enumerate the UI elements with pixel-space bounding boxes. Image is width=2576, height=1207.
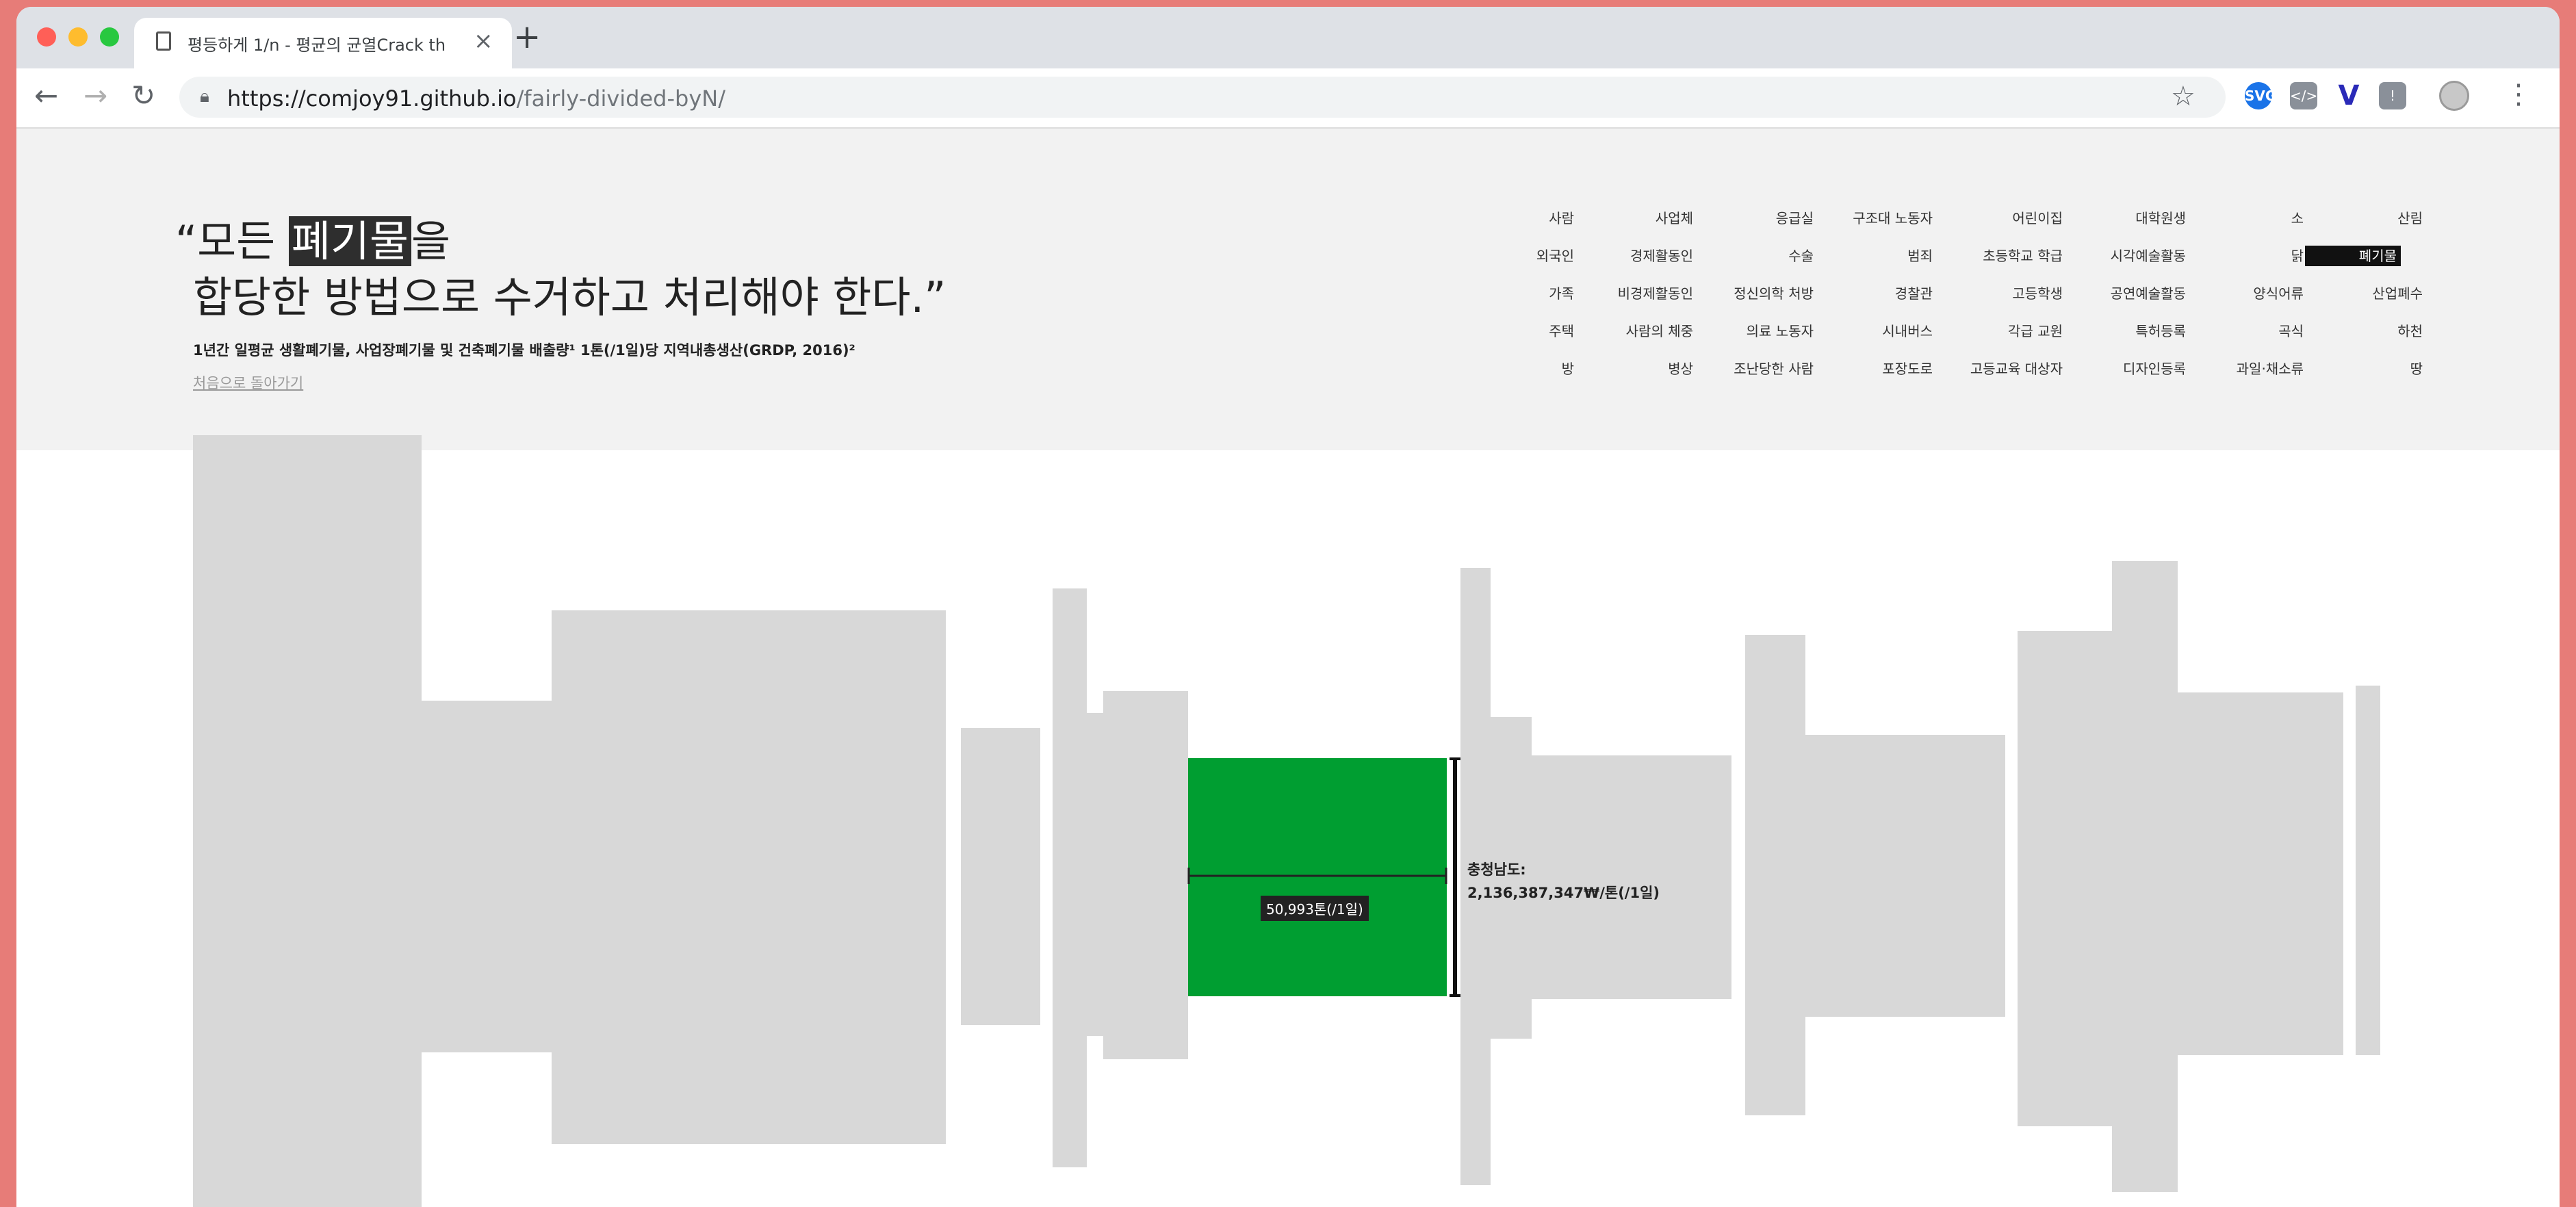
category-item[interactable]: 양식어류 [2190, 283, 2308, 304]
category-item[interactable]: 구조대 노동자 [1819, 208, 1937, 229]
category-item-active[interactable]: 폐기물 [2305, 246, 2401, 266]
headline-quote-line2: 합당한 방법으로 수거하고 처리해야 한다.” [193, 272, 946, 322]
category-item[interactable]: 각급 교원 [1949, 321, 2067, 341]
forward-arrow-icon[interactable]: → [83, 81, 107, 111]
quote-open: “모든 [175, 216, 289, 266]
quote-highlight: 폐기물 [288, 216, 412, 266]
category-item[interactable]: 응급실 [1700, 208, 1818, 229]
category-item[interactable]: 수술 [1700, 246, 1818, 266]
selected-value-label: 50,993톤(/1일) [1261, 896, 1369, 921]
v-extension-icon[interactable]: V [2335, 82, 2362, 109]
selected-region-bar[interactable] [1188, 758, 1447, 996]
quote-after: 을 [411, 216, 451, 266]
category-item[interactable]: 정신의학 처방 [1700, 283, 1818, 304]
category-item[interactable]: 곡식 [2190, 321, 2308, 341]
reload-icon[interactable]: ↻ [131, 81, 155, 111]
category-item[interactable]: 조난당한 사람 [1700, 359, 1818, 379]
document-icon [156, 31, 171, 51]
url-text[interactable]: https://comjoy91.github.io/fairly-divide… [227, 86, 725, 112]
category-item[interactable]: 초등학교 학급 [1949, 246, 2067, 266]
region-bar[interactable] [1087, 713, 1103, 1036]
new-tab-button[interactable]: + [513, 21, 541, 53]
profile-avatar[interactable] [2439, 81, 2469, 111]
category-item[interactable]: 산업폐수 [2309, 283, 2427, 304]
category-item[interactable]: 주택 [1460, 321, 1578, 341]
category-item[interactable]: 닭 [2190, 246, 2308, 266]
region-bar[interactable] [1745, 635, 1805, 1115]
close-icon[interactable]: × [474, 27, 493, 55]
region-bar[interactable] [1805, 735, 2005, 1017]
page-content: “모든 폐기물을 합당한 방법으로 수거하고 처리해야 한다.” 1년간 일평균… [16, 129, 2560, 1207]
lock-icon: 🔒︎ [200, 86, 209, 107]
category-item[interactable]: 방 [1460, 359, 1578, 379]
region-bar[interactable] [422, 701, 552, 1052]
back-to-start-link[interactable]: 처음으로 돌아가기 [193, 372, 303, 393]
headline-quote-line1: “모든 폐기물을 [175, 207, 450, 268]
category-item[interactable]: 디자인등록 [2072, 359, 2190, 379]
tab-strip: 평등하게 1/n - 평균의 균열Crack th × + [16, 7, 2560, 68]
selected-region-label: 충청남도: 2,136,387,347₩/톤(/1일) [1467, 858, 1660, 905]
region-bar[interactable] [2018, 631, 2112, 1126]
category-item[interactable]: 병상 [1580, 359, 1697, 379]
region-bar[interactable] [193, 435, 422, 1207]
back-arrow-icon[interactable]: ← [34, 81, 58, 111]
category-item[interactable]: 공연예술활동 [2072, 283, 2190, 304]
region-bar[interactable] [961, 728, 1040, 1025]
category-item[interactable]: 사업체 [1580, 208, 1697, 229]
category-item[interactable]: 시각예술활동 [2072, 246, 2190, 266]
category-item[interactable]: 과일·채소류 [2190, 359, 2308, 379]
category-item[interactable]: 의료 노동자 [1700, 321, 1818, 341]
address-bar[interactable]: 🔒︎ https://comjoy91.github.io/fairly-div… [179, 77, 2226, 118]
svg-extension-icon[interactable]: SVG [2245, 82, 2276, 109]
region-grdp-per-ton: 2,136,387,347₩/톤(/1일) [1467, 885, 1660, 901]
url-path: /fairly-divided-byN/ [516, 86, 725, 112]
region-bar[interactable] [1053, 588, 1087, 1167]
category-item[interactable]: 외국인 [1460, 246, 1578, 266]
category-item[interactable]: 소 [2190, 208, 2308, 229]
browser-tab[interactable]: 평등하게 1/n - 평균의 균열Crack th × [134, 18, 512, 68]
category-item[interactable]: 사람의 체중 [1580, 321, 1697, 341]
category-item[interactable]: 고등교육 대상자 [1949, 359, 2067, 379]
category-menu: 사람 사업체 응급실 구조대 노동자 어린이집 대학원생 소 산림 외국인 경제… [1460, 208, 2427, 413]
region-bar[interactable] [1103, 691, 1188, 1059]
category-item[interactable]: 포장도로 [1819, 359, 1937, 379]
maximize-window-button[interactable] [100, 27, 119, 47]
category-item[interactable]: 사람 [1460, 208, 1578, 229]
region-name: 충청남도: [1467, 861, 1526, 878]
menu-dots-icon[interactable]: ⋮ [2505, 78, 2532, 111]
url-host: https://comjoy91.github.io [227, 86, 517, 112]
category-item[interactable]: 땅 [2309, 359, 2427, 379]
category-item[interactable]: 특허등록 [2072, 321, 2190, 341]
category-item[interactable]: 비경제활동인 [1580, 283, 1697, 304]
alert-extension-icon[interactable]: ! [2379, 82, 2406, 109]
category-item[interactable]: 대학원생 [2072, 208, 2190, 229]
region-bar[interactable] [552, 610, 946, 1144]
browser-window: 평등하게 1/n - 평균의 균열Crack th × + ← → ↻ 🔒︎ h… [16, 7, 2560, 1207]
region-bar[interactable] [2356, 686, 2380, 1055]
region-bar[interactable] [2178, 692, 2343, 1055]
minimize-window-button[interactable] [68, 27, 88, 47]
category-item[interactable]: 경찰관 [1819, 283, 1937, 304]
category-item[interactable]: 하천 [2309, 321, 2427, 341]
category-item[interactable]: 경제활동인 [1580, 246, 1697, 266]
category-item[interactable]: 고등학생 [1949, 283, 2067, 304]
bookmark-star-icon[interactable]: ☆ [2171, 81, 2195, 112]
code-extension-icon[interactable]: </> [2290, 82, 2317, 109]
category-item[interactable]: 시내버스 [1819, 321, 1937, 341]
category-item[interactable]: 어린이집 [1949, 208, 2067, 229]
category-item[interactable]: 산림 [2309, 208, 2427, 229]
category-item[interactable]: 범죄 [1819, 246, 1937, 266]
category-item[interactable]: 가족 [1460, 283, 1578, 304]
browser-toolbar: ← → ↻ 🔒︎ https://comjoy91.github.io/fair… [16, 68, 2560, 129]
close-window-button[interactable] [37, 27, 56, 47]
region-bar[interactable] [2112, 561, 2178, 1192]
tab-title: 평등하게 1/n - 평균의 균열Crack th [188, 36, 446, 55]
visualization-caption: 1년간 일평균 생활폐기물, 사업장폐기물 및 건축폐기물 배출량¹ 1톤(/1… [193, 342, 855, 359]
